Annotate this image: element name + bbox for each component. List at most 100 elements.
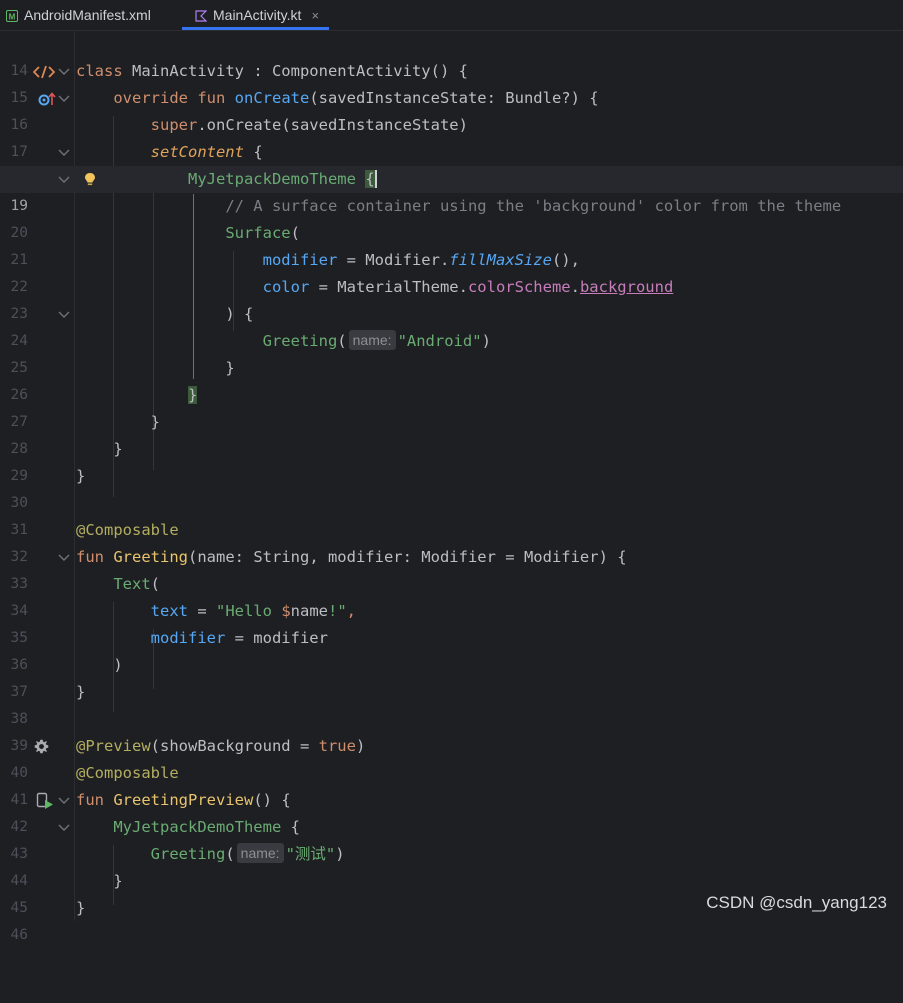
parameter-hint: name: — [348, 330, 396, 350]
token: fillMaxSize — [449, 251, 552, 269]
chevron-down-icon[interactable] — [58, 139, 70, 166]
token: Greeting — [150, 845, 226, 863]
token: () { — [253, 791, 291, 809]
token: ) — [113, 656, 123, 674]
override-icon[interactable] — [38, 85, 56, 112]
code-line: 35 text = "Hello $name!", — [0, 598, 903, 646]
token: Greeting — [262, 332, 338, 350]
token: text — [150, 602, 188, 620]
token: } — [76, 899, 86, 917]
token: } — [76, 683, 86, 701]
code-line: 18 setContent { — [0, 139, 903, 187]
token: ) { — [225, 305, 254, 323]
tab-main-activity[interactable]: MainActivity.kt × — [182, 0, 330, 30]
chevron-down-icon[interactable] — [58, 544, 70, 571]
token: super — [150, 116, 198, 134]
chevron-down-icon[interactable] — [58, 166, 70, 193]
token: ) — [335, 845, 345, 863]
code-line: 29 } — [0, 436, 903, 484]
editor-tab-bar: M AndroidManifest.xml MainActivity.kt × — [0, 0, 903, 31]
token: { — [281, 818, 300, 836]
code-line: 15 class MainActivity : ComponentActivit… — [0, 58, 903, 106]
code-line: 24 ) { — [0, 301, 903, 349]
text-caret — [374, 170, 377, 188]
token: class — [76, 62, 123, 80]
code-icon[interactable] — [33, 58, 55, 85]
token: ) — [355, 737, 366, 755]
token: ( — [337, 332, 347, 350]
token: fun — [76, 548, 104, 566]
token: , — [346, 602, 356, 620]
chevron-down-icon[interactable] — [58, 58, 70, 85]
token: .onCreate(savedInstanceState) — [197, 116, 468, 134]
code-line-current: 19 MyJetpackDemoTheme { — [0, 166, 903, 214]
code-line: 27 } — [0, 382, 903, 430]
gear-icon[interactable] — [34, 733, 49, 760]
token: name — [290, 602, 328, 620]
token: "Hello — [215, 602, 282, 620]
token: { — [365, 170, 375, 188]
code-line: 33 fun Greeting(name: String, modifier: … — [0, 544, 903, 592]
token: MainActivity : ComponentActivity() { — [122, 62, 468, 80]
token: MyJetpackDemoTheme — [113, 818, 282, 836]
token: $ — [281, 602, 291, 620]
svg-text:M: M — [9, 13, 16, 22]
token: color — [262, 278, 310, 296]
token: = modifier — [225, 629, 328, 647]
code-line: 16 override fun onCreate(savedInstanceSt… — [0, 85, 903, 133]
token: ( — [290, 224, 300, 242]
token: } — [76, 467, 86, 485]
token: true — [318, 737, 356, 755]
token: } — [150, 413, 160, 431]
code-line: 23 color = MaterialTheme.colorScheme.bac… — [0, 274, 903, 322]
token: override fun — [113, 89, 226, 107]
token: Greeting — [113, 548, 188, 566]
token: (savedInstanceState: Bundle?) { — [309, 89, 599, 107]
preview-run-icon[interactable] — [36, 787, 54, 814]
token: modifier — [150, 629, 226, 647]
watermark: CSDN @csdn_yang123 — [706, 893, 887, 912]
code-line: 25 Greeting(name: "Android") — [0, 328, 903, 376]
code-line: 36 modifier = modifier — [0, 625, 903, 673]
code-line: 26 } — [0, 355, 903, 403]
code-line: 45 } — [0, 868, 903, 916]
chevron-down-icon[interactable] — [58, 787, 70, 814]
token: (), — [551, 251, 580, 269]
code-line: 43 MyJetpackDemoTheme { — [0, 814, 903, 862]
token: = Modifier. — [337, 251, 450, 269]
close-icon[interactable]: × — [311, 8, 319, 23]
code-line: 34 Text( — [0, 571, 903, 619]
token: ( — [225, 845, 235, 863]
parameter-hint: name: — [236, 843, 284, 863]
chevron-down-icon[interactable] — [58, 814, 70, 841]
code-line: 42 fun GreetingPreview() { — [0, 787, 903, 835]
manifest-icon: M — [6, 9, 18, 22]
code-line: 30 } — [0, 463, 903, 511]
token: = — [187, 602, 216, 620]
token: // A surface container using the 'backgr… — [225, 197, 842, 215]
line-number: 46 — [10, 927, 28, 943]
token: { — [243, 143, 263, 161]
token: (name: String, modifier: Modifier = Modi… — [188, 548, 627, 566]
code-line: 37 ) — [0, 652, 903, 700]
token: setContent — [150, 143, 244, 161]
code-line: 14 — [0, 31, 903, 79]
chevron-down-icon[interactable] — [58, 85, 70, 112]
token: modifier — [262, 251, 338, 269]
code-line: 20 // A surface container using the 'bac… — [0, 193, 903, 241]
code-editor[interactable]: 14 15 class MainActivity : ComponentActi… — [0, 31, 903, 943]
token: ) — [481, 332, 491, 350]
code-line: 28 } — [0, 409, 903, 457]
tab-android-manifest[interactable]: M AndroidManifest.xml — [6, 0, 151, 30]
token: onCreate — [234, 89, 310, 107]
token: = MaterialTheme. — [309, 278, 468, 296]
token: . — [570, 278, 580, 296]
token: "测试" — [285, 845, 336, 863]
chevron-down-icon[interactable] — [58, 301, 70, 328]
kotlin-file-icon — [195, 9, 208, 22]
token: @Preview — [76, 737, 151, 755]
code-line: 38 } — [0, 679, 903, 727]
